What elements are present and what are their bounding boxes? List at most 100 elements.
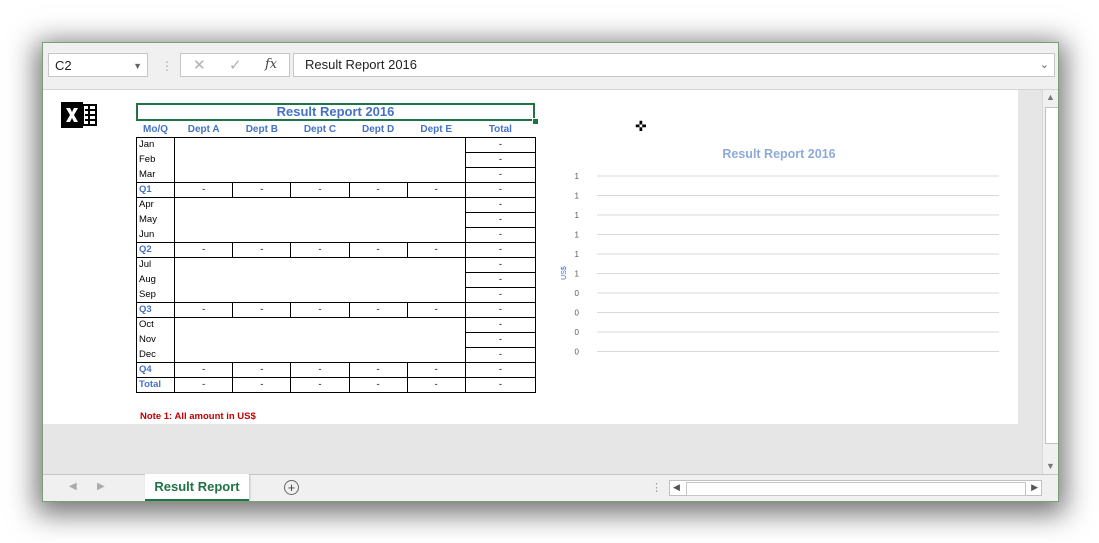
quarter-value-cell[interactable]: -	[232, 182, 292, 198]
quarter-value-cell[interactable]: -	[174, 362, 234, 378]
plus-circle-icon[interactable]: +	[284, 480, 299, 495]
month-cell[interactable]: Sep	[135, 287, 176, 303]
quarter-value-cell[interactable]: -	[290, 182, 350, 198]
quarter-value-cell[interactable]: -	[348, 302, 408, 318]
total-cell[interactable]: -	[464, 272, 537, 288]
total-cell[interactable]: -	[464, 257, 537, 273]
column-header[interactable]: Dept A	[174, 123, 233, 138]
data-block[interactable]	[174, 317, 466, 363]
table-row: Q1- - - - - -	[135, 182, 537, 198]
name-box[interactable]: C2 ▼	[48, 53, 148, 77]
quarter-value-cell[interactable]: -	[406, 242, 466, 258]
total-cell[interactable]: -	[464, 362, 537, 378]
quarter-value-cell[interactable]: -	[290, 302, 350, 318]
column-header[interactable]: Dept C	[290, 123, 350, 138]
total-cell[interactable]: -	[464, 212, 537, 228]
quarter-value-cell[interactable]: -	[232, 362, 292, 378]
column-header[interactable]: Total	[465, 123, 536, 138]
month-cell[interactable]: Jun	[135, 227, 176, 243]
total-cell[interactable]: -	[464, 197, 537, 213]
grand-total-cell[interactable]: -	[232, 377, 292, 393]
column-header[interactable]: Mo/Q	[136, 123, 175, 138]
quarter-value-cell[interactable]: -	[348, 242, 408, 258]
total-cell[interactable]: -	[464, 242, 537, 258]
quarter-cell[interactable]: Q4	[135, 362, 176, 378]
total-cell[interactable]: -	[464, 347, 537, 363]
name-box-dropdown-icon[interactable]: ▼	[133, 54, 142, 78]
month-cell[interactable]: May	[135, 212, 176, 228]
month-cell[interactable]: Feb	[135, 152, 176, 168]
quarter-cell[interactable]: Q1	[135, 182, 176, 198]
month-cell[interactable]: Aug	[135, 272, 176, 288]
month-cell[interactable]: Mar	[135, 167, 176, 183]
quarter-value-cell[interactable]: -	[348, 362, 408, 378]
quarter-cell[interactable]: Q2	[135, 242, 176, 258]
report-title-cell[interactable]: Result Report 2016	[136, 103, 535, 121]
scroll-right-icon[interactable]: ▶	[1031, 482, 1038, 493]
month-cell[interactable]: Apr	[135, 197, 176, 213]
grand-total-cell[interactable]: -	[348, 377, 408, 393]
column-header[interactable]: Dept D	[349, 123, 408, 138]
total-cell[interactable]: -	[464, 287, 537, 303]
splitter-dots-icon[interactable]: ⋮	[651, 481, 662, 494]
total-cell[interactable]: -	[464, 317, 537, 333]
month-cell[interactable]: Dec	[135, 347, 176, 363]
grand-total-cell[interactable]: -	[174, 377, 234, 393]
insert-function-icon[interactable]: fx	[265, 57, 277, 72]
column-header[interactable]: Dept E	[407, 123, 466, 138]
result-chart[interactable]: Result Report 20161111110000-US$Q1Q2Q3Q4…	[559, 135, 999, 355]
prev-sheet-icon[interactable]: ◀	[69, 481, 77, 492]
total-cell[interactable]: -	[464, 167, 537, 183]
name-box-value: C2	[55, 58, 72, 73]
horizontal-scrollbar[interactable]: ◀ ▶	[669, 480, 1042, 496]
quarter-value-cell[interactable]: -	[406, 182, 466, 198]
grand-total-label[interactable]: Total	[135, 377, 176, 393]
worksheet-area[interactable]: Result Report 2016 Mo/Q Dept A Dept B Dept …	[43, 90, 1018, 424]
quarter-value-cell[interactable]: -	[232, 302, 292, 318]
quarter-cell[interactable]: Q3	[135, 302, 176, 318]
total-cell[interactable]: -	[464, 302, 537, 318]
total-cell[interactable]: -	[464, 227, 537, 243]
grand-total-cell[interactable]: -	[464, 377, 537, 393]
quarter-value-cell[interactable]: -	[290, 362, 350, 378]
grand-total-cell[interactable]: -	[406, 377, 466, 393]
cancel-icon[interactable]: ✕	[193, 56, 206, 74]
grand-total-cell[interactable]: -	[290, 377, 350, 393]
sheet-tab-bar: ◀ ▶ Result Report + ⋮ ◀ ▶	[43, 474, 1058, 501]
quarter-value-cell[interactable]: -	[406, 362, 466, 378]
column-header[interactable]: Dept B	[232, 123, 291, 138]
month-cell[interactable]: Jan	[135, 137, 176, 153]
quarter-value-cell[interactable]: -	[174, 182, 234, 198]
table-row: Oct -	[135, 317, 537, 363]
horizontal-scroll-thumb[interactable]	[686, 482, 1026, 496]
data-block[interactable]	[174, 197, 466, 243]
quarter-value-cell[interactable]: -	[406, 302, 466, 318]
scroll-up-icon[interactable]: ▲	[1046, 92, 1055, 102]
scroll-down-icon[interactable]: ▼	[1046, 461, 1055, 471]
footnote: Note 1: All amount in US$	[140, 411, 256, 422]
total-cell[interactable]: -	[464, 152, 537, 168]
quarter-value-cell[interactable]: -	[290, 242, 350, 258]
total-cell[interactable]: -	[464, 182, 537, 198]
vertical-scrollbar[interactable]: ▲ ▼	[1042, 90, 1058, 475]
expand-formula-icon[interactable]: ⌄	[1040, 54, 1049, 76]
quarter-value-cell[interactable]: -	[232, 242, 292, 258]
quarter-value-cell[interactable]: -	[174, 302, 234, 318]
tab-result-report[interactable]: Result Report	[145, 474, 249, 501]
month-cell[interactable]: Jul	[135, 257, 176, 273]
total-cell[interactable]: -	[464, 137, 537, 153]
quarter-value-cell[interactable]: -	[174, 242, 234, 258]
enter-check-icon[interactable]: ✓	[229, 56, 242, 74]
vertical-scroll-thumb[interactable]	[1045, 107, 1058, 444]
formula-buttons: ✕ ✓ fx	[180, 53, 290, 77]
month-cell[interactable]: Oct	[135, 317, 176, 333]
scroll-left-icon[interactable]: ◀	[673, 482, 680, 493]
formula-input[interactable]: Result Report 2016 ⌄	[293, 53, 1055, 77]
data-block[interactable]	[174, 257, 466, 303]
y-tick-label: 1	[575, 270, 580, 279]
quarter-value-cell[interactable]: -	[348, 182, 408, 198]
month-cell[interactable]: Nov	[135, 332, 176, 348]
next-sheet-icon[interactable]: ▶	[97, 481, 105, 492]
data-block[interactable]	[174, 137, 466, 183]
total-cell[interactable]: -	[464, 332, 537, 348]
